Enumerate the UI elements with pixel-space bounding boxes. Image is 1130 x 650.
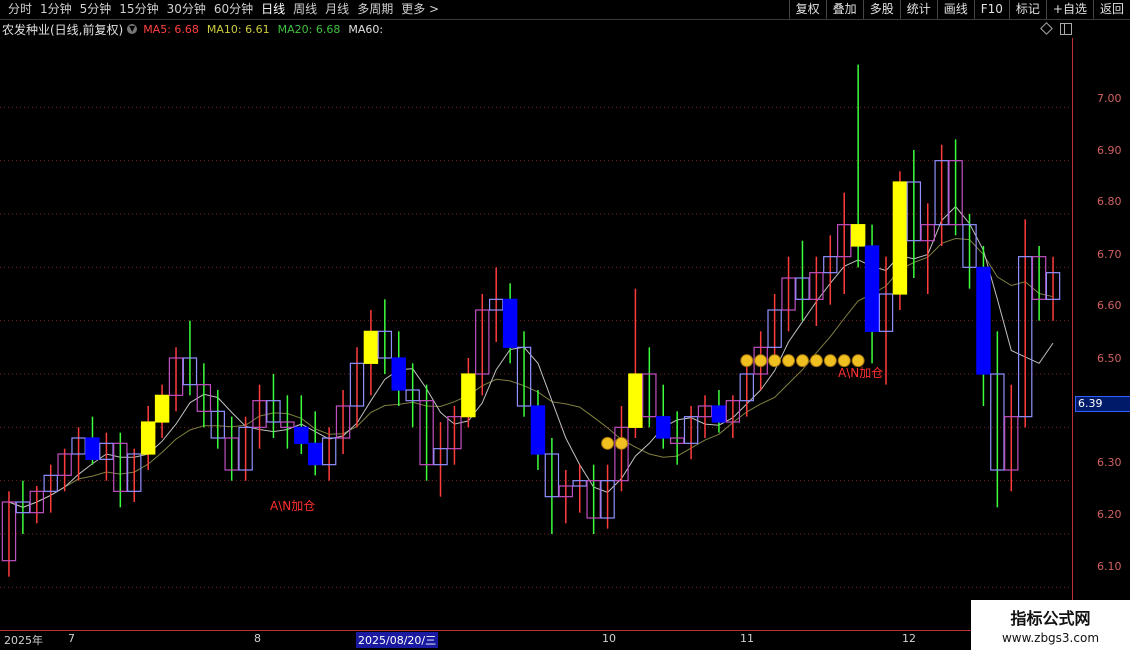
candle-body (140, 421, 156, 455)
date-label-year: 2025年 (4, 634, 43, 647)
candle-body (656, 416, 671, 439)
candle-body (850, 224, 866, 247)
date-label-aug: 8 (254, 632, 261, 645)
coin-marker (823, 354, 837, 368)
candle-body (711, 405, 727, 423)
candlestick-chart[interactable]: A\N加仓 A\N加仓 (0, 0, 1072, 630)
date-label-jul: 7 (68, 632, 75, 645)
candle-body (85, 437, 100, 460)
price-tick-610: 6.10 (1097, 560, 1122, 573)
candle-body (308, 442, 323, 466)
date-label-oct: 10 (602, 632, 616, 645)
watermark-url: www.zbgs3.com (1001, 631, 1100, 645)
candle-body (294, 426, 309, 444)
back-button[interactable]: 返回 (1092, 0, 1130, 19)
price-axis: 7.00 6.90 6.80 6.70 6.60 6.50 6.30 6.20 … (1072, 38, 1130, 630)
candle-body (864, 245, 880, 332)
candle-body (461, 373, 476, 418)
coin-marker (740, 354, 754, 368)
date-label-dec: 12 (902, 632, 916, 645)
candle-body (892, 181, 908, 295)
watermark-logo: 指标公式网 www.zbgs3.com (971, 600, 1130, 650)
price-tick-630: 6.30 (1097, 456, 1122, 469)
price-tick-660: 6.60 (1097, 299, 1122, 312)
coin-marker (754, 354, 768, 368)
price-tick-680: 6.80 (1097, 195, 1122, 208)
coin-marker (768, 354, 782, 368)
coin-marker (851, 354, 865, 368)
coin-marker (782, 354, 796, 368)
date-axis: 2025年 7 8 2025/08/20/三 10 11 12 (0, 630, 1072, 648)
candle-body (502, 298, 518, 348)
candle-body (363, 330, 379, 364)
coin-marker (837, 354, 851, 368)
signal-annotation: A\N加仓 (270, 499, 315, 513)
selected-date: 2025/08/20/三 (356, 632, 439, 648)
coin-marker (809, 354, 823, 368)
coin-marker (795, 354, 809, 368)
candle-body (391, 357, 406, 391)
coin-marker (601, 436, 615, 450)
price-tick-670: 6.70 (1097, 248, 1122, 261)
price-tick-620: 6.20 (1097, 508, 1122, 521)
price-tick-690: 6.90 (1097, 144, 1122, 157)
price-tick-650: 6.50 (1097, 352, 1122, 365)
candle-body (154, 394, 170, 423)
coin-marker (614, 436, 628, 450)
candle-body (628, 373, 643, 428)
candle-body (976, 266, 991, 375)
date-label-nov: 11 (740, 632, 754, 645)
current-price-tag: 6.39 (1075, 396, 1130, 412)
signal-annotation: A\N加仓 (838, 366, 883, 380)
price-tick-700: 7.00 (1097, 92, 1122, 105)
candle-body (530, 405, 546, 455)
watermark-title: 指标公式网 (1010, 609, 1091, 628)
